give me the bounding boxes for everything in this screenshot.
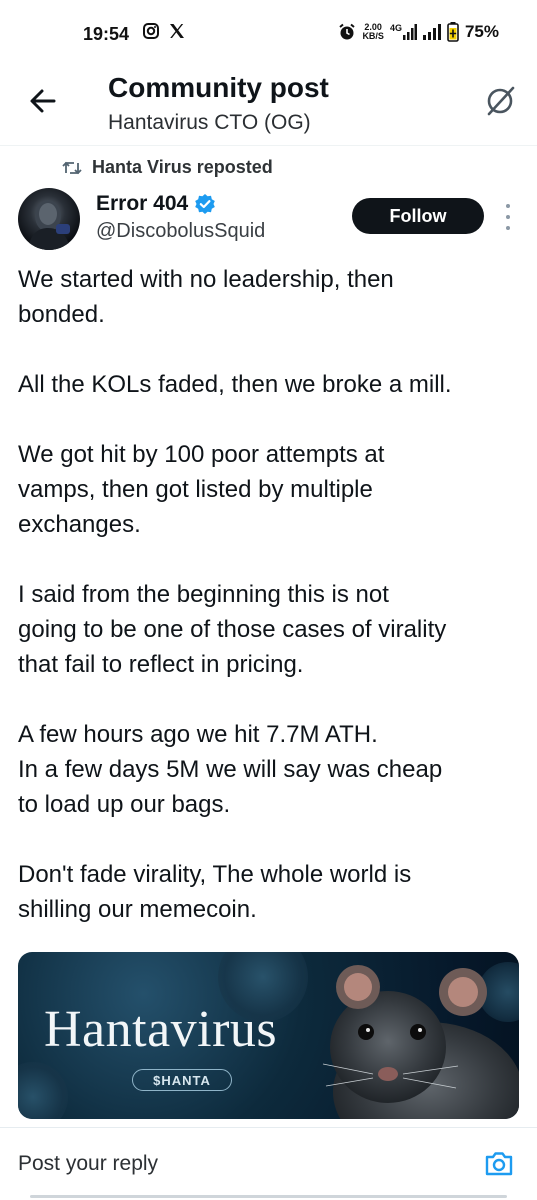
virus-particle [18, 1062, 68, 1119]
post-line: to load up our bags. [18, 791, 231, 818]
signal-bars-icon [402, 24, 417, 40]
signal-4g: 4G [390, 24, 417, 40]
follow-button[interactable]: Follow [352, 198, 484, 234]
more-options-icon[interactable] [500, 204, 516, 230]
post-paragraph: Don't fade virality, The whole world is … [18, 857, 523, 927]
author-name[interactable]: Error 404 [96, 192, 216, 216]
network-speed: 2.00 KB/S [362, 23, 384, 41]
post-line: We started with no leadership, then [18, 266, 394, 293]
status-bar: 19:54 2.00 KB/S 4G 75% [0, 0, 537, 70]
author-handle[interactable]: @DiscobolusSquid [96, 220, 265, 243]
status-right-cluster: 2.00 KB/S 4G 75% [338, 22, 499, 42]
post-line: A few hours ago we hit 7.7M ATH. [18, 721, 378, 748]
back-arrow-icon[interactable] [26, 84, 60, 118]
more-dot [506, 226, 510, 230]
page-header: Community post Hantavirus CTO (OG) [0, 70, 537, 146]
post-line: All the KOLs faded, then we broke a mill… [18, 371, 452, 398]
page-title: Community post [108, 72, 329, 103]
alarm-icon [339, 23, 356, 40]
reply-bar: Post your reply [0, 1127, 537, 1200]
battery-percent: 75% [464, 22, 499, 41]
grok-icon[interactable] [483, 84, 517, 118]
camera-icon[interactable] [483, 1148, 515, 1180]
verified-badge-icon [195, 194, 216, 214]
post-line: that fail to reflect in pricing. [18, 651, 304, 678]
post-line: going to be one of those cases of virali… [18, 616, 447, 643]
avatar[interactable] [18, 188, 80, 250]
repost-icon [62, 161, 82, 174]
network-speed-unit: KB/S [362, 31, 384, 41]
instagram-icon [143, 23, 159, 39]
post-paragraph: We got hit by 100 poor attempts at vamps… [18, 437, 523, 542]
battery-icon [447, 22, 459, 42]
x-logo-icon [170, 24, 184, 38]
reply-input[interactable]: Post your reply [18, 1152, 158, 1176]
post-image[interactable]: Hantavirus $HANTA [18, 952, 519, 1119]
post-paragraph: We started with no leadership, then bond… [18, 262, 523, 332]
post-paragraph: A few hours ago we hit 7.7M ATH. In a fe… [18, 717, 523, 822]
post-paragraph: I said from the beginning this is not go… [18, 577, 523, 682]
post-line: Don't fade virality, The whole world is [18, 861, 412, 888]
post-line: I said from the beginning this is not [18, 581, 389, 608]
more-dot [506, 215, 510, 219]
post-line: vamps, then got listed by multiple [18, 476, 373, 503]
post-paragraph: All the KOLs faded, then we broke a mill… [18, 367, 523, 402]
network-type: 4G [389, 23, 402, 33]
avatar-figure-icon [28, 200, 70, 250]
signal-bars-icon-2 [422, 24, 441, 40]
post-line: We got hit by 100 poor attempts at [18, 441, 385, 468]
post-line: In a few days 5M we will say was cheap [18, 756, 443, 783]
community-name[interactable]: Hantavirus CTO (OG) [108, 111, 311, 135]
media-ticker: $HANTA [132, 1069, 232, 1091]
home-indicator [30, 1195, 507, 1198]
rat-illustration-icon [322, 965, 519, 1119]
post-body: We started with no leadership, then bond… [18, 262, 523, 962]
post-line: exchanges. [18, 511, 141, 538]
more-dot [506, 204, 510, 208]
status-time: 19:54 [83, 24, 130, 44]
repost-label: Hanta Virus reposted [92, 157, 273, 177]
repost-indicator[interactable]: Hanta Virus reposted [62, 157, 273, 178]
media-title: Hantavirus [44, 1001, 278, 1058]
post-line: bonded. [18, 301, 105, 328]
author-name-text: Error 404 [96, 192, 189, 215]
post-line: shilling our memecoin. [18, 896, 257, 923]
